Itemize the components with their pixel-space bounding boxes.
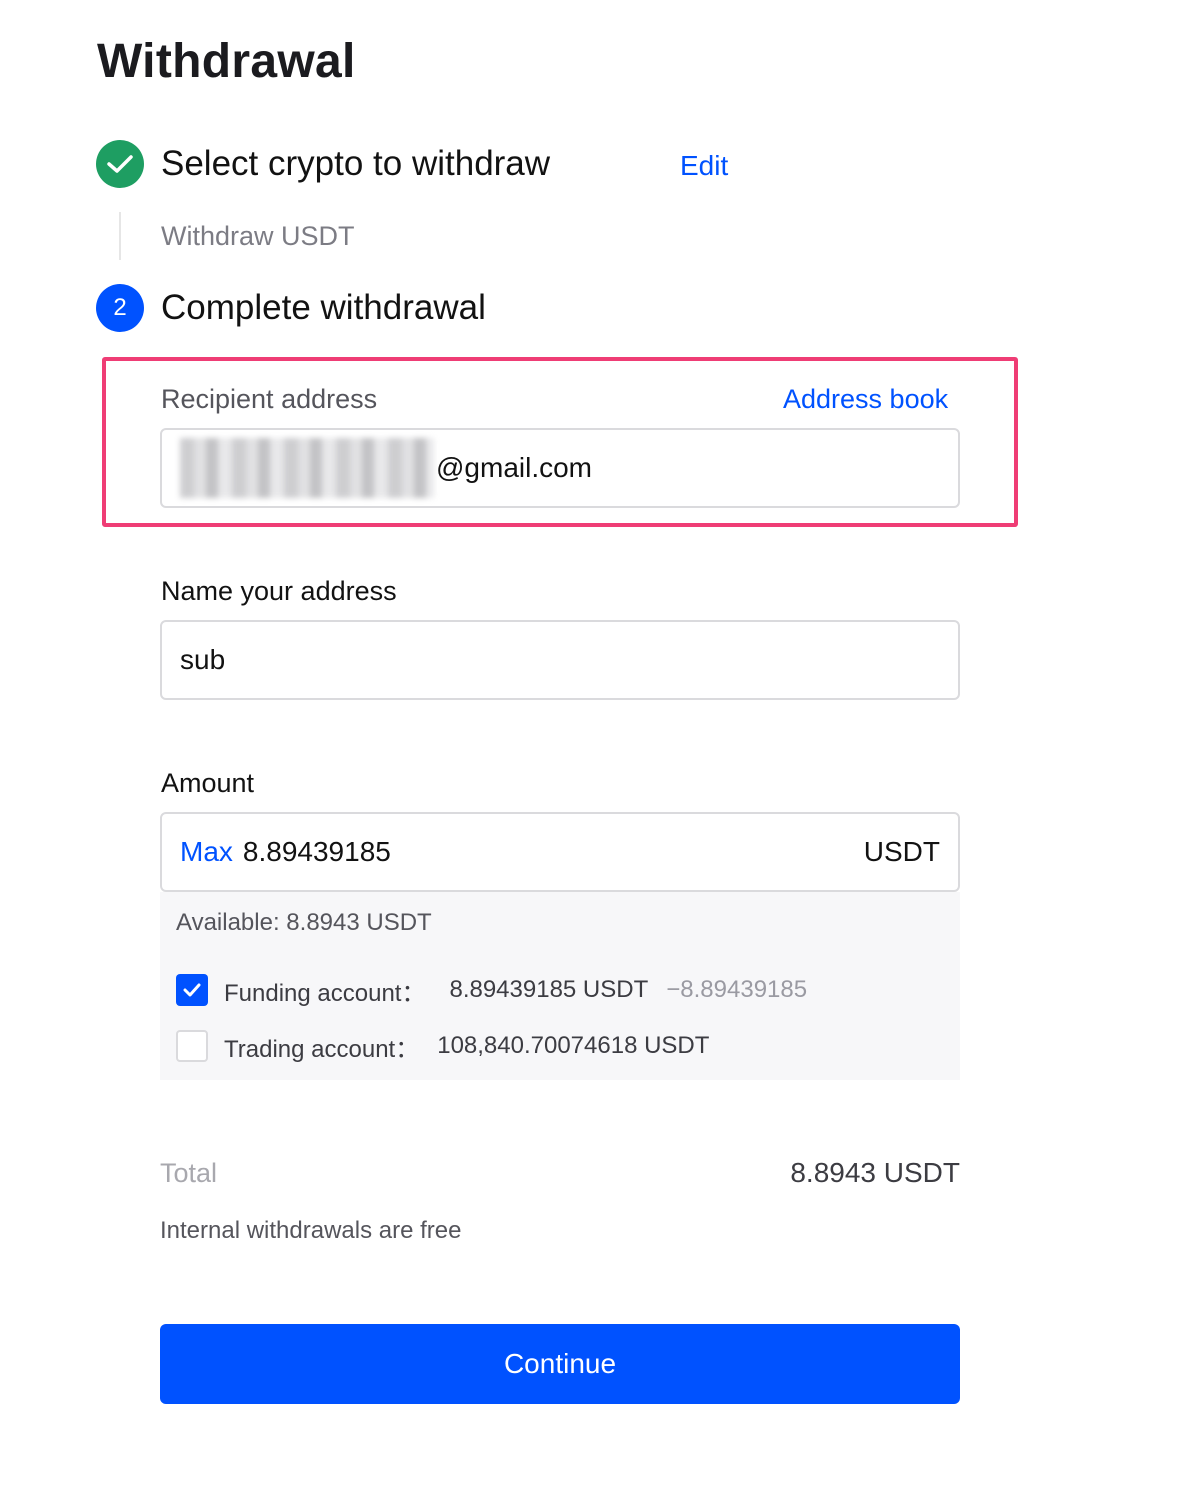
- funding-account-row[interactable]: Funding account： 8.89439185 USDT −8.8943…: [176, 973, 807, 1007]
- available-balance: Available: 8.8943 USDT: [176, 909, 432, 936]
- recipient-address-label: Recipient address: [161, 384, 378, 414]
- step2-title: Complete withdrawal: [161, 288, 486, 327]
- step1-subtitle: Withdraw USDT: [161, 221, 355, 251]
- step-connector: [119, 212, 121, 260]
- address-name-value: sub: [180, 644, 226, 675]
- amount-label: Amount: [161, 768, 255, 798]
- continue-button[interactable]: Continue: [160, 1324, 960, 1404]
- trading-account-row[interactable]: Trading account： 108,840.70074618 USDT: [176, 1029, 727, 1063]
- trading-account-label: Trading account：: [224, 1035, 420, 1063]
- max-button[interactable]: Max: [180, 836, 233, 868]
- withdrawal-page: Withdrawal Select crypto to withdraw Edi…: [0, 0, 1180, 1486]
- trading-account-value: 108,840.70074618 USDT: [437, 1032, 710, 1059]
- funding-account-checkbox[interactable]: [176, 974, 208, 1006]
- recipient-address-value: @gmail.com: [436, 452, 593, 483]
- step1-title: Select crypto to withdraw: [161, 144, 551, 183]
- balances-panel: Available: 8.8943 USDT Funding account： …: [160, 892, 960, 1080]
- total-value: 8.8943 USDT: [790, 1157, 960, 1188]
- recipient-address-input[interactable]: @gmail.com: [160, 428, 960, 508]
- address-name-input[interactable]: sub: [160, 620, 960, 700]
- funding-account-label: Funding account：: [224, 979, 426, 1007]
- amount-unit: USDT: [863, 836, 940, 867]
- total-label: Total: [160, 1158, 218, 1188]
- address-book-link[interactable]: Address book: [783, 382, 948, 416]
- check-icon: [96, 140, 144, 188]
- amount-input[interactable]: Max 8.89439185 USDT: [160, 812, 960, 892]
- redacted-address-blur: [180, 438, 434, 498]
- page-title: Withdrawal: [97, 35, 356, 88]
- checkmark-icon: [183, 983, 201, 997]
- trading-account-checkbox[interactable]: [176, 1030, 208, 1062]
- address-name-label: Name your address: [161, 576, 397, 606]
- fee-note: Internal withdrawals are free: [160, 1217, 462, 1244]
- funding-account-value: 8.89439185 USDT: [449, 976, 649, 1003]
- amount-value: 8.89439185: [242, 836, 391, 867]
- edit-link[interactable]: Edit: [680, 149, 728, 183]
- funding-account-delta: −8.89439185: [666, 976, 808, 1003]
- step2-number-badge: 2: [96, 284, 144, 332]
